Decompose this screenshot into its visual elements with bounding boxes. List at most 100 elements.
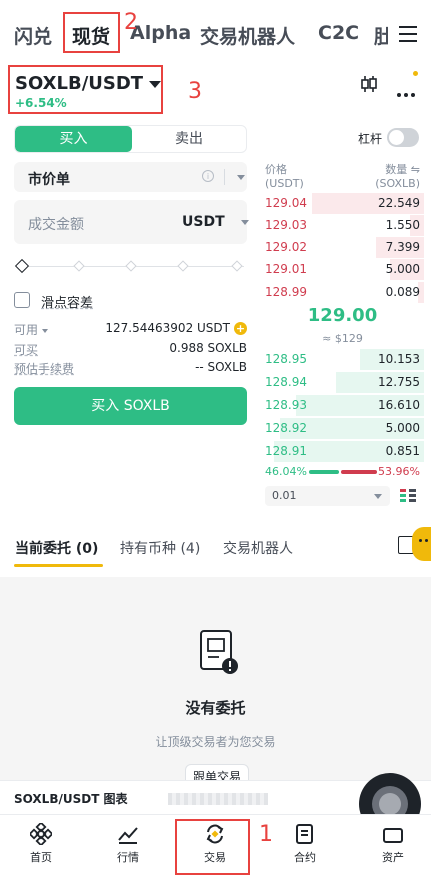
tab-alpha[interactable]: Alpha [130,22,191,44]
last-price[interactable]: 129.00 [265,305,420,326]
annotation-box-trade [175,819,250,875]
buy-ratio-bar [309,470,339,474]
ask-price: 129.01 [265,262,307,276]
ask-row[interactable]: 129.02 7.399 [265,237,424,258]
slider-node-100[interactable] [231,260,243,272]
amount-input[interactable]: 成交金额 USDT [14,200,249,244]
nav-futures[interactable]: 合约 [275,823,335,865]
assets-wallet-icon [383,828,403,843]
blurred-preview [168,793,268,805]
chevron-down-icon[interactable] [42,328,49,333]
slippage-checkbox[interactable] [14,292,30,308]
bid-quantity: 10.153 [378,352,420,366]
bid-price: 128.91 [265,444,307,458]
no-orders-title: 没有委托 [185,699,246,717]
sell-ratio-bar [341,470,377,474]
buy-percent: 46.04% [265,465,307,478]
dropdown-arrow-icon [241,220,249,225]
quantity-column-label[interactable]: 数量 ⇋ [385,161,420,177]
annotation-number-3: 3 [188,79,202,104]
orders-tab-bar: 当前委托 (0) 持有币种 (4) 交易机器人 [0,530,431,570]
nav-assets[interactable]: 资产 [363,823,423,865]
ask-price: 129.02 [265,240,307,254]
price-column-label: 价格 [265,163,287,176]
ask-row[interactable]: 129.04 22.549 [265,193,424,214]
buy-sell-ratio: 46.04% 53.96% [265,465,420,479]
slippage-label: 滑点容差 [41,296,94,311]
ask-quantity: 0.089 [385,285,420,299]
precision-select[interactable]: 0.01 [265,486,390,506]
buy-tab[interactable]: 买入 [15,126,132,152]
candlestick-chart-icon[interactable] [360,74,378,94]
buy-submit-button[interactable]: 买入 SOXLB [14,387,247,425]
fiat-price: ≈ $129 [322,332,363,345]
bid-row[interactable]: 128.95 10.153 [265,349,424,370]
no-orders-subtitle: 让顶级交易者为您交易 [155,735,276,749]
ask-price: 129.04 [265,196,307,210]
order-type-value: 市价单 [28,172,70,188]
sell-tab[interactable]: 卖出 [132,126,246,152]
orderbook-layout-icon[interactable] [399,487,417,505]
order-type-select[interactable]: 市价单 i [14,162,247,192]
tab-convert[interactable]: 闪兑 [14,22,52,49]
bid-row[interactable]: 128.94 12.755 [265,372,424,393]
bid-row[interactable]: 128.92 5.000 [265,418,424,439]
active-tab-underline [14,564,103,567]
bid-price: 128.95 [265,352,307,366]
dropdown-arrow-icon [374,494,382,499]
divider [224,169,225,185]
tab-bot-orders[interactable]: 交易机器人 [223,538,293,558]
precision-value: 0.01 [272,489,297,502]
ask-price: 128.99 [265,285,307,299]
nav-markets[interactable]: 行情 [98,823,158,865]
mascot-icon[interactable] [412,527,431,561]
ask-price: 129.03 [265,218,307,232]
hamburger-menu-icon[interactable] [399,26,417,42]
nav-markets-label: 行情 [117,851,139,864]
nav-futures-label: 合约 [294,851,316,864]
nav-home-label: 首页 [30,851,52,864]
bid-quantity: 12.755 [378,375,420,389]
slider-node-25[interactable] [73,260,85,272]
futures-document-icon [296,824,313,844]
annotation-box-spot [63,12,120,53]
price-column-unit: (USDT) [265,177,304,190]
ask-quantity: 5.000 [385,262,420,276]
ask-row[interactable]: 129.01 5.000 [265,259,424,280]
bid-row[interactable]: 128.93 16.610 [265,395,424,416]
quantity-column-unit: (SOXLB) [375,177,420,190]
amount-slider[interactable] [14,258,247,274]
sell-percent: 53.96% [378,465,420,478]
slider-node-50[interactable] [125,260,137,272]
markets-chart-icon [118,827,138,844]
bid-row[interactable]: 128.91 0.851 [265,441,424,462]
slider-handle[interactable] [14,258,30,274]
notification-dot [413,71,418,76]
bid-quantity: 16.610 [378,398,420,412]
fee-value: -- SOXLB [195,360,247,374]
tab-open-orders[interactable]: 当前委托 (0) [15,538,98,558]
more-options-icon[interactable] [397,82,419,97]
tab-trading-bots[interactable]: 交易机器人 [200,22,295,49]
tab-stocks-cut[interactable]: 肚 [374,22,388,49]
ask-quantity: 1.550 [385,218,420,232]
ask-row[interactable]: 128.99 0.089 [265,282,424,303]
info-icon[interactable]: i [202,170,214,182]
add-funds-icon[interactable]: + [234,322,247,335]
annotation-box-pair [8,65,163,114]
no-orders-icon [200,630,238,674]
available-value: 127.54463902 USDT [105,321,230,335]
tab-c2c[interactable]: C2C [318,22,359,44]
fee-label: 预估手续费 [14,362,75,376]
leverage-label: 杠杆 [358,132,383,146]
annotation-number-2: 2 [124,10,138,35]
slider-node-75[interactable] [177,260,189,272]
leverage-toggle[interactable] [387,128,419,147]
ask-row[interactable]: 129.03 1.550 [265,215,424,236]
nav-assets-label: 资产 [382,851,404,864]
amount-unit-select[interactable]: USDT [182,214,225,230]
buyable-value: 0.988 SOXLB [169,341,247,355]
nav-home[interactable]: 首页 [11,823,71,865]
tab-holdings[interactable]: 持有币种 (4) [120,538,200,558]
bid-quantity: 5.000 [385,421,420,435]
